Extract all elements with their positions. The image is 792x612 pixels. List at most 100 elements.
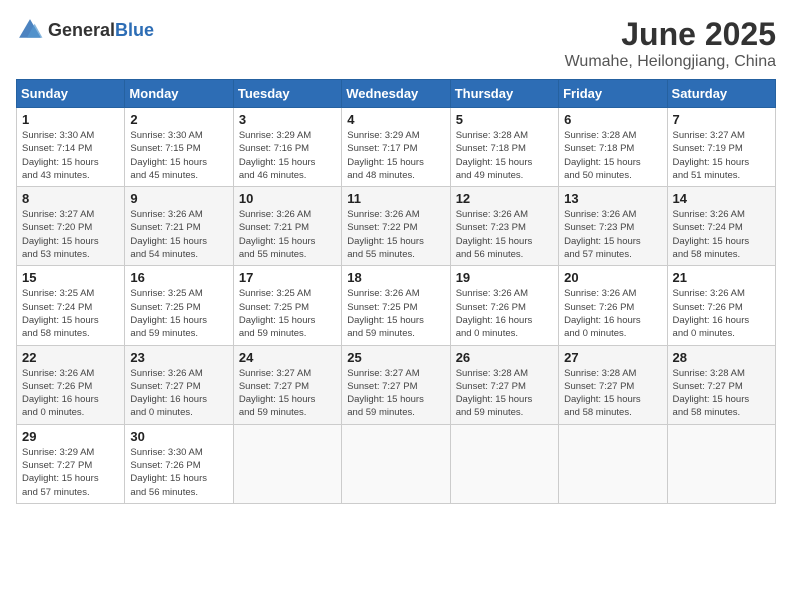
table-row: 8 Sunrise: 3:27 AMSunset: 7:20 PMDaylight… — [17, 187, 125, 266]
day-info: Sunrise: 3:29 AMSunset: 7:17 PMDaylight:… — [347, 129, 444, 182]
day-number: 19 — [456, 270, 553, 285]
table-row — [450, 424, 558, 503]
day-info: Sunrise: 3:26 AMSunset: 7:26 PMDaylight:… — [22, 367, 119, 420]
table-row: 14Sunrise: 3:26 AMSunset: 7:24 PMDayligh… — [667, 187, 775, 266]
calendar-week-3: 15 Sunrise: 3:25 AMSunset: 7:24 PMDayligh… — [17, 266, 776, 345]
day-info: Sunrise: 3:26 AMSunset: 7:23 PMDaylight:… — [564, 208, 661, 261]
day-info: Sunrise: 3:27 AMSunset: 7:27 PMDaylight:… — [239, 367, 336, 420]
day-number: 28 — [673, 350, 770, 365]
day-number: 21 — [673, 270, 770, 285]
table-row: 1Sunrise: 3:30 AMSunset: 7:14 PMDaylight… — [17, 108, 125, 187]
day-info: Sunrise: 3:25 AMSunset: 7:25 PMDaylight:… — [239, 287, 336, 340]
calendar-table: SundayMondayTuesdayWednesdayThursdayFrid… — [16, 79, 776, 504]
day-number: 6 — [564, 112, 661, 127]
table-row: 6 Sunrise: 3:28 AMSunset: 7:18 PMDaylight… — [559, 108, 667, 187]
table-row: 23 Sunrise: 3:26 AMSunset: 7:27 PMDayligh… — [125, 345, 233, 424]
table-row: 20Sunrise: 3:26 AMSunset: 7:26 PMDayligh… — [559, 266, 667, 345]
logo: GeneralBlue — [16, 16, 154, 44]
table-row: 30 Sunrise: 3:30 AMSunset: 7:26 PMDayligh… — [125, 424, 233, 503]
logo-general: General — [48, 20, 115, 40]
day-info: Sunrise: 3:26 AMSunset: 7:21 PMDaylight:… — [239, 208, 336, 261]
table-row — [233, 424, 341, 503]
calendar-week-1: 1Sunrise: 3:30 AMSunset: 7:14 PMDaylight… — [17, 108, 776, 187]
day-info: Sunrise: 3:26 AMSunset: 7:27 PMDaylight:… — [130, 367, 227, 420]
table-row — [559, 424, 667, 503]
table-row: 24 Sunrise: 3:27 AMSunset: 7:27 PMDayligh… — [233, 345, 341, 424]
header-sunday: Sunday — [17, 80, 125, 108]
day-info: Sunrise: 3:28 AMSunset: 7:27 PMDaylight:… — [456, 367, 553, 420]
day-number: 13 — [564, 191, 661, 206]
day-number: 11 — [347, 191, 444, 206]
table-row: 9 Sunrise: 3:26 AMSunset: 7:21 PMDaylight… — [125, 187, 233, 266]
day-info: Sunrise: 3:26 AMSunset: 7:22 PMDaylight:… — [347, 208, 444, 261]
day-number: 10 — [239, 191, 336, 206]
table-row: 5Sunrise: 3:28 AMSunset: 7:18 PMDaylight… — [450, 108, 558, 187]
table-row: 21 Sunrise: 3:26 AMSunset: 7:26 PMDayligh… — [667, 266, 775, 345]
day-info: Sunrise: 3:26 AMSunset: 7:26 PMDaylight:… — [456, 287, 553, 340]
calendar-week-5: 29 Sunrise: 3:29 AMSunset: 7:27 PMDayligh… — [17, 424, 776, 503]
day-info: Sunrise: 3:26 AMSunset: 7:26 PMDaylight:… — [673, 287, 770, 340]
day-info: Sunrise: 3:30 AMSunset: 7:14 PMDaylight:… — [22, 129, 119, 182]
table-row: 22 Sunrise: 3:26 AMSunset: 7:26 PMDayligh… — [17, 345, 125, 424]
table-row: 19 Sunrise: 3:26 AMSunset: 7:26 PMDayligh… — [450, 266, 558, 345]
day-number: 23 — [130, 350, 227, 365]
calendar-header-row: SundayMondayTuesdayWednesdayThursdayFrid… — [17, 80, 776, 108]
day-number: 30 — [130, 429, 227, 444]
day-info: Sunrise: 3:27 AMSunset: 7:20 PMDaylight:… — [22, 208, 119, 261]
header-wednesday: Wednesday — [342, 80, 450, 108]
logo-icon — [16, 16, 44, 44]
header-friday: Friday — [559, 80, 667, 108]
day-number: 20 — [564, 270, 661, 285]
day-number: 16 — [130, 270, 227, 285]
table-row: 7Sunrise: 3:27 AMSunset: 7:19 PMDaylight… — [667, 108, 775, 187]
table-row: 18Sunrise: 3:26 AMSunset: 7:25 PMDayligh… — [342, 266, 450, 345]
day-number: 25 — [347, 350, 444, 365]
day-info: Sunrise: 3:30 AMSunset: 7:26 PMDaylight:… — [130, 446, 227, 499]
day-info: Sunrise: 3:28 AMSunset: 7:27 PMDaylight:… — [564, 367, 661, 420]
table-row: 25 Sunrise: 3:27 AMSunset: 7:27 PMDayligh… — [342, 345, 450, 424]
table-row: 15 Sunrise: 3:25 AMSunset: 7:24 PMDayligh… — [17, 266, 125, 345]
day-info: Sunrise: 3:30 AMSunset: 7:15 PMDaylight:… — [130, 129, 227, 182]
table-row: 10 Sunrise: 3:26 AMSunset: 7:21 PMDayligh… — [233, 187, 341, 266]
day-number: 3 — [239, 112, 336, 127]
table-row: 13 Sunrise: 3:26 AMSunset: 7:23 PMDayligh… — [559, 187, 667, 266]
day-number: 22 — [22, 350, 119, 365]
table-row: 4 Sunrise: 3:29 AMSunset: 7:17 PMDaylight… — [342, 108, 450, 187]
table-row: 12Sunrise: 3:26 AMSunset: 7:23 PMDayligh… — [450, 187, 558, 266]
day-number: 12 — [456, 191, 553, 206]
day-info: Sunrise: 3:26 AMSunset: 7:21 PMDaylight:… — [130, 208, 227, 261]
location-title: Wumahe, Heilongjiang, China — [565, 53, 776, 71]
table-row: 29 Sunrise: 3:29 AMSunset: 7:27 PMDayligh… — [17, 424, 125, 503]
day-number: 9 — [130, 191, 227, 206]
header-tuesday: Tuesday — [233, 80, 341, 108]
day-number: 15 — [22, 270, 119, 285]
day-info: Sunrise: 3:26 AMSunset: 7:24 PMDaylight:… — [673, 208, 770, 261]
day-number: 17 — [239, 270, 336, 285]
table-row — [667, 424, 775, 503]
day-number: 7 — [673, 112, 770, 127]
table-row: 28Sunrise: 3:28 AMSunset: 7:27 PMDayligh… — [667, 345, 775, 424]
table-row: 3Sunrise: 3:29 AMSunset: 7:16 PMDaylight… — [233, 108, 341, 187]
day-info: Sunrise: 3:28 AMSunset: 7:18 PMDaylight:… — [564, 129, 661, 182]
calendar-week-2: 8 Sunrise: 3:27 AMSunset: 7:20 PMDaylight… — [17, 187, 776, 266]
month-title: June 2025 — [565, 16, 776, 53]
day-number: 27 — [564, 350, 661, 365]
day-number: 4 — [347, 112, 444, 127]
table-row: 27 Sunrise: 3:28 AMSunset: 7:27 PMDayligh… — [559, 345, 667, 424]
day-info: Sunrise: 3:29 AMSunset: 7:27 PMDaylight:… — [22, 446, 119, 499]
calendar-week-4: 22 Sunrise: 3:26 AMSunset: 7:26 PMDayligh… — [17, 345, 776, 424]
day-number: 8 — [22, 191, 119, 206]
day-info: Sunrise: 3:28 AMSunset: 7:18 PMDaylight:… — [456, 129, 553, 182]
day-info: Sunrise: 3:25 AMSunset: 7:24 PMDaylight:… — [22, 287, 119, 340]
day-info: Sunrise: 3:27 AMSunset: 7:27 PMDaylight:… — [347, 367, 444, 420]
logo-text: GeneralBlue — [48, 20, 154, 41]
day-number: 29 — [22, 429, 119, 444]
table-row: 2Sunrise: 3:30 AMSunset: 7:15 PMDaylight… — [125, 108, 233, 187]
page-header: GeneralBlue June 2025 Wumahe, Heilongjia… — [16, 16, 776, 71]
logo-blue: Blue — [115, 20, 154, 40]
header-monday: Monday — [125, 80, 233, 108]
title-block: June 2025 Wumahe, Heilongjiang, China — [565, 16, 776, 71]
day-info: Sunrise: 3:25 AMSunset: 7:25 PMDaylight:… — [130, 287, 227, 340]
day-number: 24 — [239, 350, 336, 365]
table-row — [342, 424, 450, 503]
